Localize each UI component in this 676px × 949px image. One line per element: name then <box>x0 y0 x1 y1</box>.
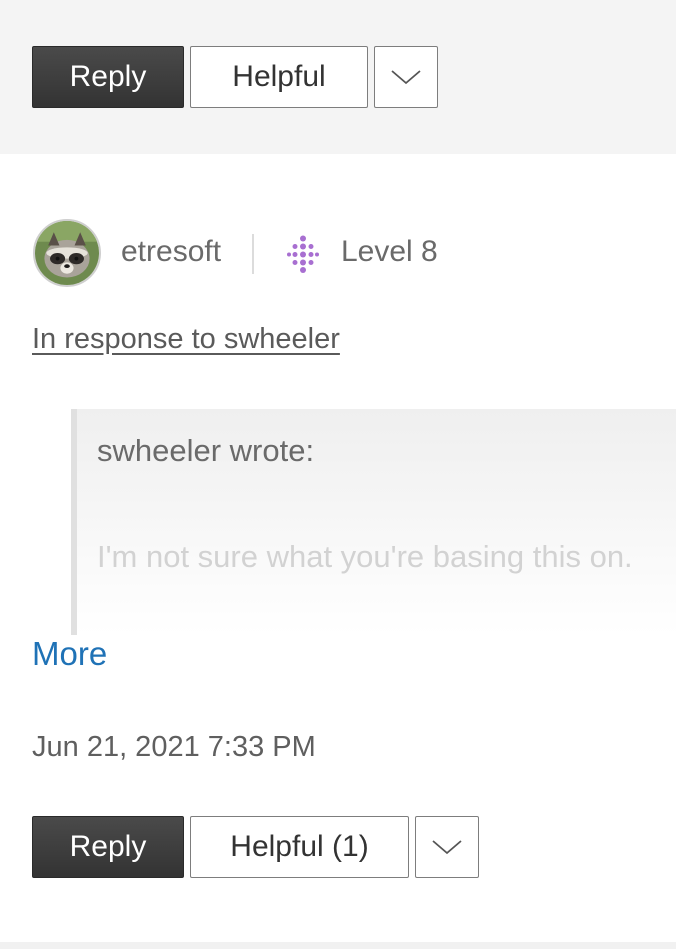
chevron-down-icon <box>432 840 462 855</box>
helpful-button[interactable]: Helpful <box>190 46 368 108</box>
reply-button[interactable]: Reply <box>32 816 184 878</box>
more-options-button[interactable] <box>415 816 479 878</box>
avatar[interactable] <box>33 219 101 287</box>
more-options-button[interactable] <box>374 46 438 108</box>
level-dots-icon <box>287 235 319 273</box>
reply-button-label: Reply <box>69 60 147 93</box>
post-timestamp: Jun 21, 2021 7:33 PM <box>32 731 316 763</box>
more-link[interactable]: More <box>32 635 107 673</box>
divider <box>252 234 254 274</box>
next-post-separator <box>0 942 676 949</box>
quote-text: I'm not sure what you're basing this on. <box>97 539 633 574</box>
reply-button[interactable]: Reply <box>32 46 184 108</box>
reply-button-label: Reply <box>69 830 147 863</box>
helpful-button-label: Helpful (1) <box>230 830 369 863</box>
quoted-message: swheeler wrote: I'm not sure what you're… <box>71 409 676 635</box>
rank-label: Level 8 <box>341 235 438 268</box>
quote-author: swheeler wrote: <box>97 433 315 468</box>
helpful-button-label: Helpful <box>232 60 326 93</box>
in-response-link[interactable]: In response to swheeler <box>32 323 340 356</box>
raccoon-avatar <box>35 221 99 285</box>
helpful-button[interactable]: Helpful (1) <box>190 816 409 878</box>
chevron-down-icon <box>391 70 421 85</box>
username[interactable]: etresoft <box>121 235 221 269</box>
